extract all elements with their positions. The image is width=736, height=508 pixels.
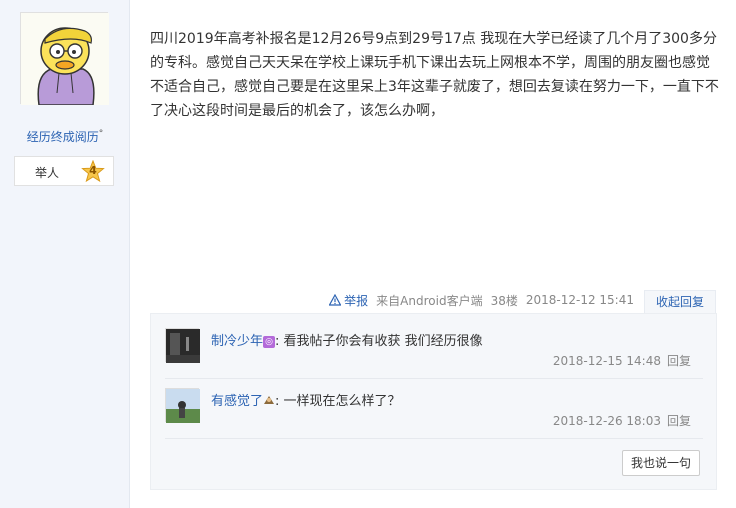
post-time: 2018-12-12 15:41	[525, 293, 634, 307]
user-vip-icon: ◎	[263, 336, 276, 348]
reply-text: 看我帖子你会有收获 我们经历很像	[283, 334, 483, 349]
reply-username[interactable]: 制冷少年	[211, 334, 263, 349]
reply-meta: 2018-12-26 18:03 回复	[553, 412, 691, 429]
reply-button[interactable]: 回复	[667, 354, 691, 368]
user-badge-icon	[263, 394, 275, 406]
reply-time: 2018-12-26 18:03	[552, 414, 661, 428]
reply-line: 制冷少年 ◎: 看我帖子你会有收获 我们经历很像	[211, 330, 483, 349]
reply-line: 有感觉了 : 一样现在怎么样了？	[211, 390, 401, 409]
author-avatar[interactable]	[20, 12, 109, 106]
reply-list: 制冷少年 ◎: 看我帖子你会有收获 我们经历很像 2018-12-15 14:48…	[150, 313, 717, 490]
reply-text: 一样现在怎么样了？	[283, 394, 401, 409]
level-badge[interactable]: 举人 4	[14, 156, 114, 186]
reply-meta: 2018-12-15 14:48 回复	[553, 352, 691, 369]
reply-divider	[165, 438, 703, 439]
author-sidebar: 经历终成阅历° 举人 4	[0, 0, 130, 508]
report-link[interactable]: 举报	[329, 292, 368, 309]
warning-icon	[329, 294, 342, 306]
post-floor: 38楼	[490, 293, 518, 308]
duck-avatar-icon	[21, 13, 109, 106]
report-label[interactable]: 举报	[344, 292, 368, 309]
user-photo-icon	[166, 329, 200, 363]
level-name: 举人	[35, 166, 60, 180]
reply-avatar[interactable]	[165, 328, 200, 363]
reply-time: 2018-12-15 14:48	[552, 354, 661, 368]
reply-button[interactable]: 回复	[667, 414, 691, 428]
author-name-text[interactable]: 经历终成阅历	[27, 130, 99, 144]
reply-separator: :	[275, 334, 280, 349]
reply-separator: :	[275, 394, 280, 409]
author-name[interactable]: 经历终成阅历°	[0, 128, 130, 145]
post-tail: 举报 来自Android客户端 38楼 2018-12-12 15:41 收起回…	[150, 290, 716, 314]
level-number: 4	[89, 164, 97, 177]
reply-divider	[165, 378, 703, 379]
say-something-button[interactable]: 我也说一句	[622, 450, 700, 476]
user-photo-icon	[166, 389, 200, 423]
post-source: 来自Android客户端	[376, 293, 483, 308]
reply-username[interactable]: 有感觉了	[211, 394, 263, 409]
author-name-suffix: °	[98, 129, 104, 139]
reply-avatar[interactable]	[165, 388, 200, 423]
level-star-icon: 4	[81, 159, 105, 184]
collapse-reply-button[interactable]: 收起回复	[644, 290, 716, 314]
post-content: 四川2019年高考补报名是12月26号9点到29号17点 我现在大学已经读了几个…	[150, 31, 719, 119]
